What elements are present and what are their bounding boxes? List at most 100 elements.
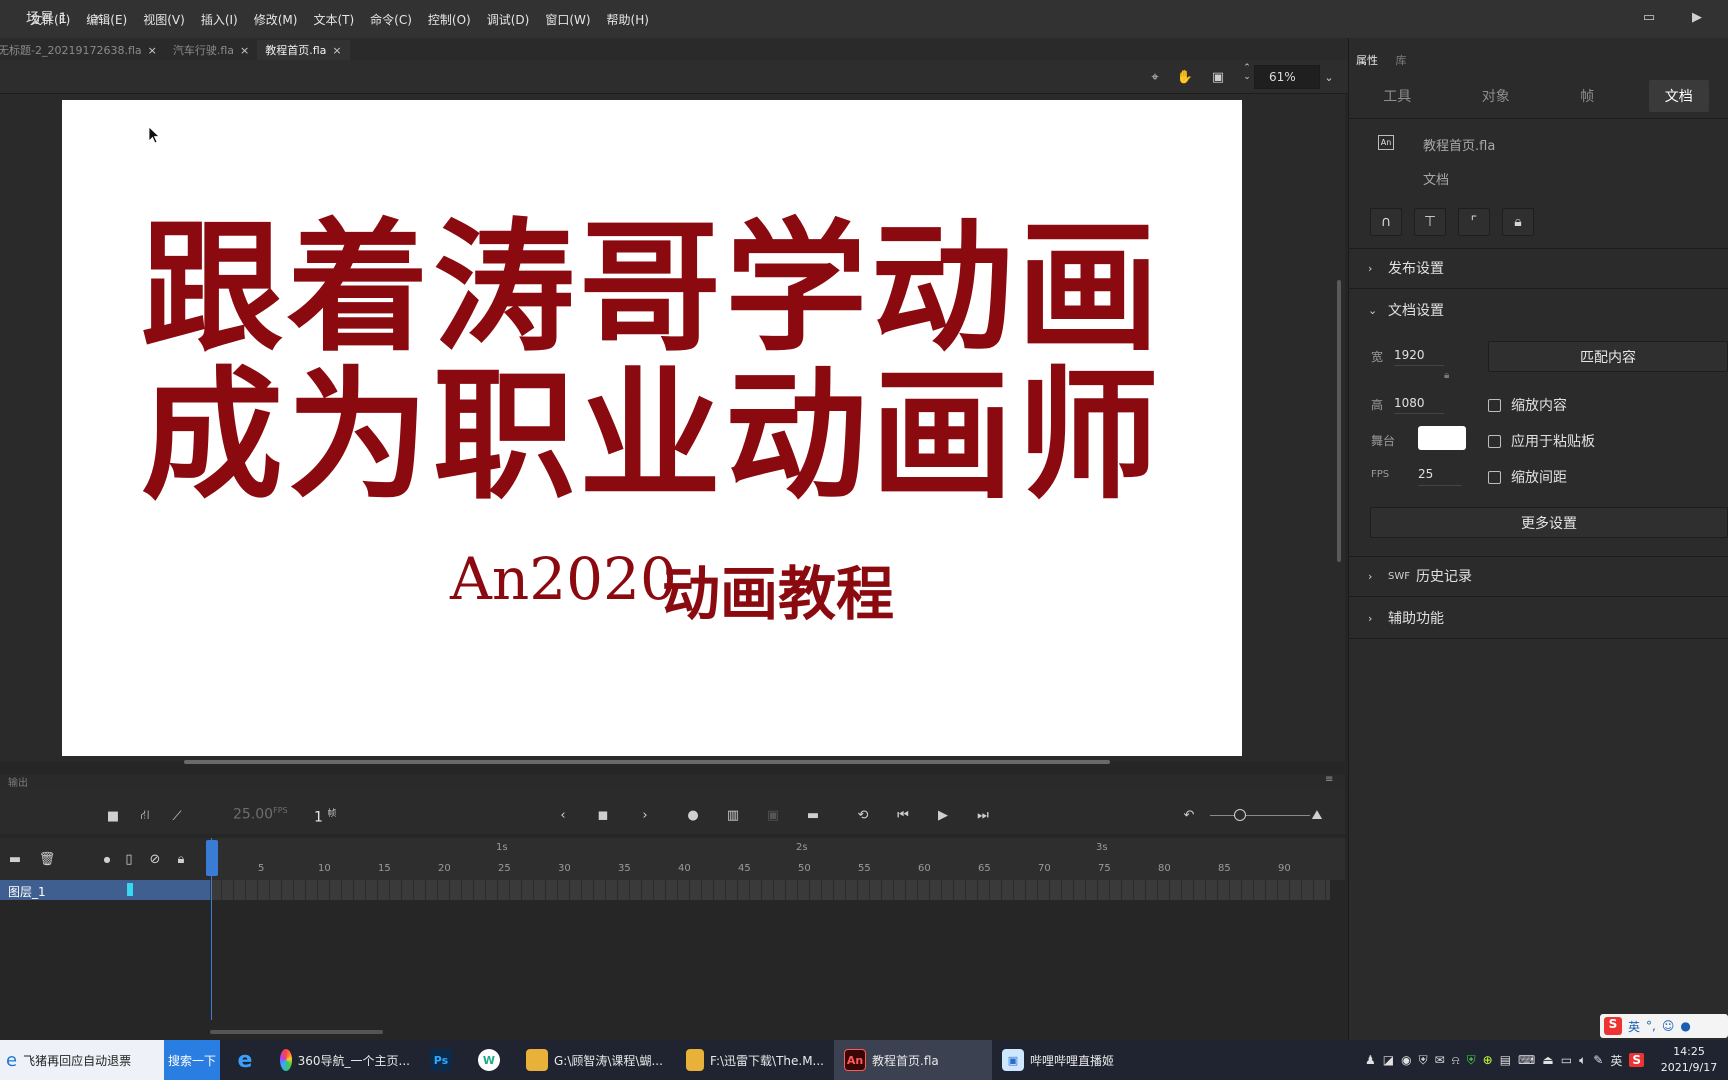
layer-row[interactable]: 图层_1 (0, 880, 210, 900)
frame-span-icon[interactable]: ▬ (804, 806, 822, 824)
tab-library[interactable]: 库 (1396, 54, 1407, 67)
zoom-slider-thumb[interactable] (1234, 809, 1246, 821)
taskbar-app-w[interactable]: W (468, 1040, 516, 1080)
undo-icon[interactable]: ↶ (1180, 806, 1198, 824)
menu-modify[interactable]: 修改(M) (246, 11, 306, 28)
clock[interactable]: 14:25 2021/9/17 (1650, 1044, 1728, 1076)
taskbar-photoshop[interactable]: Ps (420, 1040, 468, 1080)
tab-properties[interactable]: 属性 (1356, 54, 1378, 67)
edit-multiple-frames-icon[interactable]: ▥ (724, 806, 742, 824)
loop-icon[interactable]: ⟲ (854, 806, 872, 824)
timeline-hscroll[interactable] (210, 1030, 383, 1034)
clip-stage-icon[interactable]: ▣ (1209, 68, 1227, 86)
prev-keyframe-icon[interactable]: ‹ (554, 806, 572, 824)
stage[interactable]: 跟着涛哥学动画 成为职业动画师 An2020 动画教程 (62, 100, 1242, 756)
next-keyframe-icon[interactable]: › (636, 806, 654, 824)
tray-globe-icon[interactable]: ◉ (1401, 1053, 1411, 1067)
tray-net-icon[interactable]: ▤ (1500, 1053, 1511, 1067)
scale-content-checkbox[interactable]: 缩放内容 (1488, 395, 1567, 415)
width-input[interactable]: 1920 (1394, 348, 1444, 366)
layer-color-swatch[interactable] (127, 883, 133, 896)
news-ticker[interactable]: e 飞猪再回应自动退票 (0, 1040, 164, 1080)
taskbar-explorer-g[interactable]: G:\顾智涛\课程\蝴... (516, 1040, 676, 1080)
menu-edit[interactable]: 编辑(E) (78, 11, 135, 28)
match-contents-button[interactable]: 匹配内容 (1488, 341, 1728, 372)
checkbox-box[interactable] (1488, 470, 1501, 484)
timeline-body[interactable] (0, 900, 1345, 1040)
graph-icon[interactable]: ⟋ (168, 807, 186, 825)
tray-plus-icon[interactable]: ⊕ (1483, 1053, 1493, 1067)
volume-icon[interactable]: 🔈︎ (1579, 1053, 1586, 1068)
mountain-icon[interactable]: ⛰ (1308, 806, 1326, 824)
guides-icon[interactable]: ⊤ (1414, 208, 1446, 236)
search-button[interactable]: 搜索一下 (164, 1040, 220, 1080)
menu-view[interactable]: 视图(V) (135, 11, 193, 28)
section-accessibility[interactable]: › 辅助功能 (1368, 608, 1444, 628)
tray-360-icon[interactable]: ⛨ (1467, 1053, 1476, 1068)
onion-skin-icon[interactable]: ● (684, 806, 702, 824)
subtab-frame[interactable]: 帧 (1564, 80, 1610, 112)
zoom-dropdown-icon[interactable]: ⌄ (1320, 68, 1338, 86)
playhead[interactable] (211, 838, 212, 1020)
taskbar-360[interactable]: 360导航_一个主页... (270, 1040, 420, 1080)
apply-pasteboard-checkbox[interactable]: 应用于粘贴板 (1488, 431, 1595, 451)
timeline-fps[interactable]: 25.00FPS (233, 806, 288, 823)
rulers-icon[interactable]: ⌜ (1458, 208, 1490, 236)
more-settings-button[interactable]: 更多设置 (1370, 507, 1728, 538)
outline-icon[interactable]: ▯ (120, 850, 138, 868)
height-input[interactable]: 1080 (1394, 396, 1444, 414)
snap-magnet-icon[interactable]: ∩ (1370, 208, 1402, 236)
tray-bell-icon[interactable]: ⍾ (1452, 1053, 1460, 1068)
link-dimensions-icon[interactable]: 🔒︎ (1444, 370, 1449, 381)
test-movie-play-icon[interactable]: ▶ (1688, 8, 1706, 26)
menu-debug[interactable]: 调试(D) (479, 11, 538, 28)
doc-tab-car[interactable]: 汽车行驶.fla × (165, 40, 257, 60)
horizontal-scrollbar[interactable] (184, 760, 1110, 764)
stage-title-line-2[interactable]: 成为职业动画师 (62, 366, 1242, 508)
close-icon[interactable]: × (240, 44, 249, 57)
sogou-icon[interactable]: S (1604, 1017, 1622, 1035)
playhead-handle[interactable] (206, 840, 218, 876)
menu-text[interactable]: 文本(T) (305, 11, 362, 28)
tray-usb-icon[interactable]: ⏏ (1542, 1053, 1553, 1067)
punctuation-icon[interactable]: °, (1646, 1019, 1656, 1033)
highlight-dot-icon[interactable]: ● (98, 850, 116, 868)
play-icon[interactable]: ▶ (934, 806, 952, 824)
taskbar-bilibili[interactable]: ▣ 哔哩哔哩直播姬 (992, 1040, 1152, 1080)
scale-spacing-checkbox[interactable]: 缩放间距 (1488, 467, 1567, 487)
menu-commands[interactable]: 命令(C) (362, 11, 420, 28)
taskbar-explorer-f[interactable]: F:\迅雷下载\The.M... (676, 1040, 834, 1080)
checkbox-box[interactable] (1488, 434, 1501, 448)
timeline-current-frame[interactable]: 1 帧 (314, 806, 336, 826)
chevron-down-icon[interactable]: ⌄ (92, 8, 102, 22)
stage-color-swatch[interactable] (1418, 426, 1466, 450)
taskbar-ie[interactable]: e (220, 1040, 270, 1080)
sogou-tray-icon[interactable]: S (1629, 1053, 1644, 1067)
zoom-input[interactable]: 61% (1254, 65, 1320, 89)
step-back-icon[interactable]: ⏮ (894, 806, 912, 824)
step-forward-icon[interactable]: ⏭ (974, 806, 992, 824)
menu-insert[interactable]: 插入(I) (193, 11, 246, 28)
subtab-tool[interactable]: 工具 (1367, 80, 1427, 112)
eye-hidden-icon[interactable]: ⊘ (146, 850, 164, 868)
layer-frames[interactable] (210, 880, 1330, 900)
stage-subtitle-latin[interactable]: An2020 (450, 545, 677, 613)
lock-icon[interactable]: 🔒︎ (1502, 208, 1534, 236)
vertical-scrollbar[interactable] (1337, 280, 1341, 562)
menu-control[interactable]: 控制(O) (420, 11, 479, 28)
ime-toolbar[interactable]: S 英 °, ☺ ● (1600, 1014, 1728, 1038)
stage-subtitle-cn[interactable]: 动画教程 (662, 547, 894, 631)
close-icon[interactable]: × (148, 44, 157, 57)
align-stage-icon[interactable]: ⌖ (1146, 68, 1164, 86)
tray-shield-icon[interactable]: ⛨ (1419, 1053, 1428, 1068)
checkbox-box[interactable] (1488, 398, 1501, 412)
layer-name[interactable]: 图层_1 (8, 883, 46, 900)
taskbar-animate[interactable]: An 教程首页.fla (834, 1040, 992, 1080)
tray-person-icon[interactable]: ♟ (1365, 1053, 1376, 1067)
tray-pen-icon[interactable]: ✎ (1593, 1053, 1603, 1067)
new-folder-icon[interactable]: ▬ (6, 850, 24, 868)
tray-ime-lang[interactable]: 英 (1610, 1052, 1622, 1069)
stage-title-line-1[interactable]: 跟着涛哥学动画 (62, 218, 1242, 360)
output-panel-header[interactable]: 输出 (0, 774, 1345, 790)
menu-window[interactable]: 窗口(W) (537, 11, 598, 28)
